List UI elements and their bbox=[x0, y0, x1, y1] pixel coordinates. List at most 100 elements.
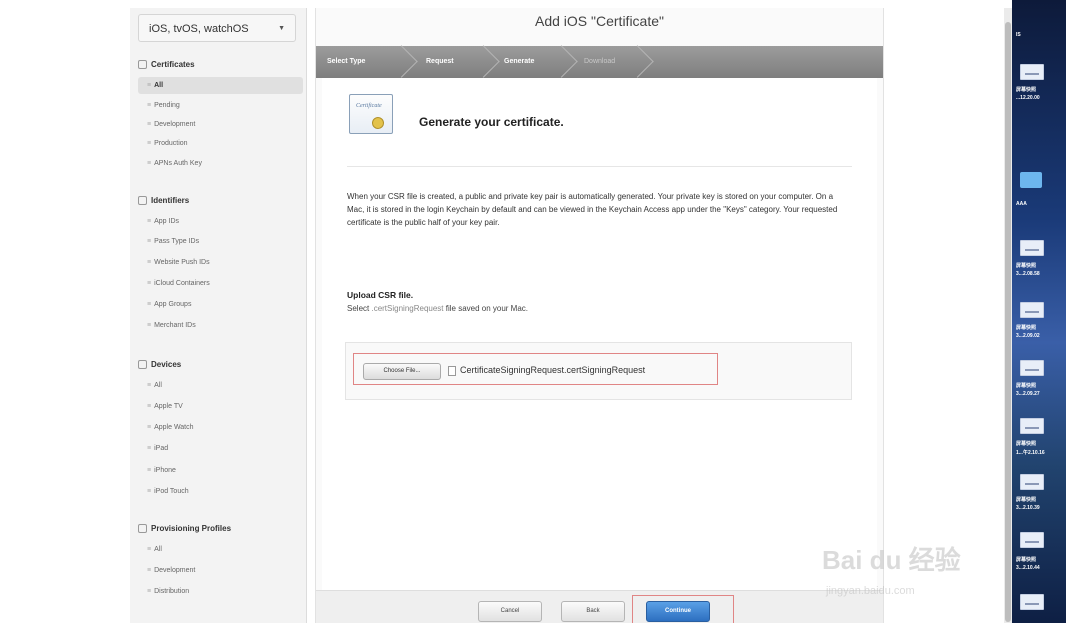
platform-select[interactable]: iOS, tvOS, watchOS ▼ bbox=[138, 14, 296, 42]
sidebar-item-label: Distribution bbox=[154, 588, 190, 595]
screenshot-file-icon[interactable] bbox=[1020, 302, 1044, 318]
desktop-label: 1...午2.10.16 bbox=[1016, 450, 1045, 456]
choose-file-button[interactable]: Choose File... bbox=[363, 363, 441, 380]
sidebar-item-apple-tv[interactable]: ≡ Apple TV bbox=[138, 398, 303, 415]
screenshot-file-icon[interactable] bbox=[1020, 240, 1044, 256]
platform-label: iOS, tvOS, watchOS bbox=[149, 23, 249, 35]
sidebar-item-label: Website Push IDs bbox=[154, 259, 210, 266]
desktop-label: AAA bbox=[1016, 201, 1027, 207]
step-download: Download bbox=[584, 58, 616, 65]
desktop-label: 屏幕快照 bbox=[1016, 497, 1037, 503]
sidebar-item-iphone[interactable]: ≡ iPhone bbox=[138, 462, 303, 479]
sidebar-item-distribution[interactable]: ≡ Distribution bbox=[138, 583, 303, 600]
sidebar-item-production[interactable]: ≡ Production bbox=[138, 135, 303, 152]
certificate-icon: Certificate bbox=[349, 94, 393, 134]
scrollbar[interactable] bbox=[1004, 8, 1012, 623]
sidebar-item-label: All bbox=[154, 82, 164, 89]
screenshot-file-icon[interactable] bbox=[1020, 474, 1044, 490]
section-certificates: Certificates bbox=[138, 60, 195, 70]
upload-heading: Upload CSR file. bbox=[347, 290, 414, 300]
sidebar-item-pass-type-ids[interactable]: ≡ Pass Type IDs bbox=[138, 233, 303, 250]
section-heading: Generate your certificate. bbox=[419, 115, 564, 129]
sidebar-item-label: Development bbox=[154, 567, 196, 574]
sidebar-item-ipad[interactable]: ≡ iPad bbox=[138, 440, 303, 457]
certificate-icon bbox=[138, 60, 147, 70]
sidebar-item-label: Merchant IDs bbox=[154, 322, 196, 329]
step-generate: Generate bbox=[504, 58, 535, 65]
step-select-type: Select Type bbox=[327, 58, 366, 65]
profile-icon bbox=[138, 524, 147, 534]
step-separator bbox=[385, 45, 418, 78]
sidebar-item-app-ids[interactable]: ≡ App IDs bbox=[138, 213, 303, 230]
sidebar-item-app-groups[interactable]: ≡ App Groups bbox=[138, 296, 303, 313]
file-extension: .certSigningRequest bbox=[371, 304, 444, 313]
sidebar-item-label: iCloud Containers bbox=[154, 280, 210, 287]
seal-icon bbox=[372, 117, 384, 129]
back-button[interactable]: Back bbox=[561, 601, 625, 622]
sidebar-item-label: Apple Watch bbox=[154, 424, 194, 431]
divider bbox=[347, 166, 852, 167]
sidebar-item-label: Pending bbox=[154, 102, 180, 109]
desktop-label: 屏幕快照 bbox=[1016, 263, 1037, 269]
device-icon bbox=[138, 360, 147, 370]
upload-instructions-pre: Select bbox=[347, 304, 372, 313]
desktop-label: 3...2.10.39 bbox=[1016, 505, 1040, 511]
step-request: Request bbox=[426, 58, 454, 65]
main-panel: Add iOS "Certificate" Select Type Reques… bbox=[315, 8, 884, 623]
screenshot-file-icon[interactable] bbox=[1020, 64, 1044, 80]
section-title: Certificates bbox=[151, 60, 195, 69]
document-icon bbox=[448, 365, 456, 376]
desktop-background: IS 屏幕快照 ...12.20.00 AAA 屏幕快照 3...2.08.58… bbox=[1012, 0, 1066, 623]
page: iOS, tvOS, watchOS ▼ Certificates ≡ All ≡… bbox=[0, 0, 1066, 623]
step-separator bbox=[467, 45, 500, 78]
sidebar-item-ipod-touch[interactable]: ≡ iPod Touch bbox=[138, 483, 303, 500]
scrollbar-thumb[interactable] bbox=[1005, 22, 1011, 622]
section-title: Devices bbox=[151, 360, 182, 369]
sidebar-item-pending[interactable]: ≡ Pending bbox=[138, 97, 303, 114]
folder-icon[interactable] bbox=[1020, 172, 1042, 188]
sidebar-item-apple-watch[interactable]: ≡ Apple Watch bbox=[138, 419, 303, 436]
sidebar-item-label: iPad bbox=[154, 445, 169, 452]
screenshot-file-icon[interactable] bbox=[1020, 594, 1044, 610]
certificate-icon-text: Certificate bbox=[356, 103, 382, 109]
sidebar-item-icloud-containers[interactable]: ≡ iCloud Containers bbox=[138, 275, 303, 292]
section-identifiers: Identifiers bbox=[138, 196, 190, 206]
sidebar-item-label: All bbox=[154, 546, 162, 553]
sidebar-item-website-push-ids[interactable]: ≡ Website Push IDs bbox=[138, 254, 303, 271]
upload-instructions: Select .certSigningRequest file saved on… bbox=[347, 304, 528, 313]
section-title: Provisioning Profiles bbox=[151, 524, 232, 533]
selected-file-name: CertificateSigningRequest.certSigningReq… bbox=[448, 363, 645, 378]
sidebar-item-label: Production bbox=[154, 140, 188, 147]
desktop-label: 屏幕快照 bbox=[1016, 441, 1037, 447]
sidebar-item-label: Apple TV bbox=[154, 403, 183, 410]
sidebar-item-devices-all[interactable]: ≡ All bbox=[138, 377, 303, 394]
content-area: Certificate Generate your certificate. W… bbox=[322, 78, 877, 590]
upload-instructions-post: file saved on your Mac. bbox=[443, 304, 528, 313]
sidebar-item-development[interactable]: ≡ Development bbox=[138, 116, 303, 133]
sidebar: iOS, tvOS, watchOS ▼ Certificates ≡ All ≡… bbox=[130, 8, 307, 623]
screenshot-file-icon[interactable] bbox=[1020, 360, 1044, 376]
screenshot-file-icon[interactable] bbox=[1020, 418, 1044, 434]
highlight-box: Choose File... CertificateSigningRequest… bbox=[353, 353, 718, 385]
screenshot-file-icon[interactable] bbox=[1020, 532, 1044, 548]
desktop-label: 屏幕快照 bbox=[1016, 557, 1037, 563]
sidebar-item-merchant-ids[interactable]: ≡ Merchant IDs bbox=[138, 317, 303, 334]
continue-button[interactable]: Continue bbox=[646, 601, 710, 622]
watermark-url: jingyan.baidu.com bbox=[826, 585, 915, 597]
desktop-label: 3...2.10.44 bbox=[1016, 565, 1040, 571]
section-title: Identifiers bbox=[151, 196, 190, 205]
sidebar-item-label: App Groups bbox=[154, 301, 192, 308]
step-separator bbox=[545, 45, 578, 78]
sidebar-item-apns-auth-key[interactable]: ≡ APNs Auth Key bbox=[138, 155, 303, 172]
section-provisioning-profiles: Provisioning Profiles bbox=[138, 524, 232, 534]
sidebar-item-profiles-development[interactable]: ≡ Development bbox=[138, 562, 303, 579]
desktop-label: ...12.20.00 bbox=[1016, 95, 1040, 101]
sidebar-item-label: All bbox=[154, 382, 162, 389]
desktop-label: 屏幕快照 bbox=[1016, 87, 1037, 93]
desktop-label: 屏幕快照 bbox=[1016, 325, 1037, 331]
cancel-button[interactable]: Cancel bbox=[478, 601, 542, 622]
sidebar-item-profiles-all[interactable]: ≡ All bbox=[138, 541, 303, 558]
sidebar-item-certificates-all[interactable]: ≡ All bbox=[138, 77, 303, 94]
sidebar-item-label: iPhone bbox=[154, 467, 176, 474]
file-upload-box: Choose File... CertificateSigningRequest… bbox=[345, 342, 852, 400]
